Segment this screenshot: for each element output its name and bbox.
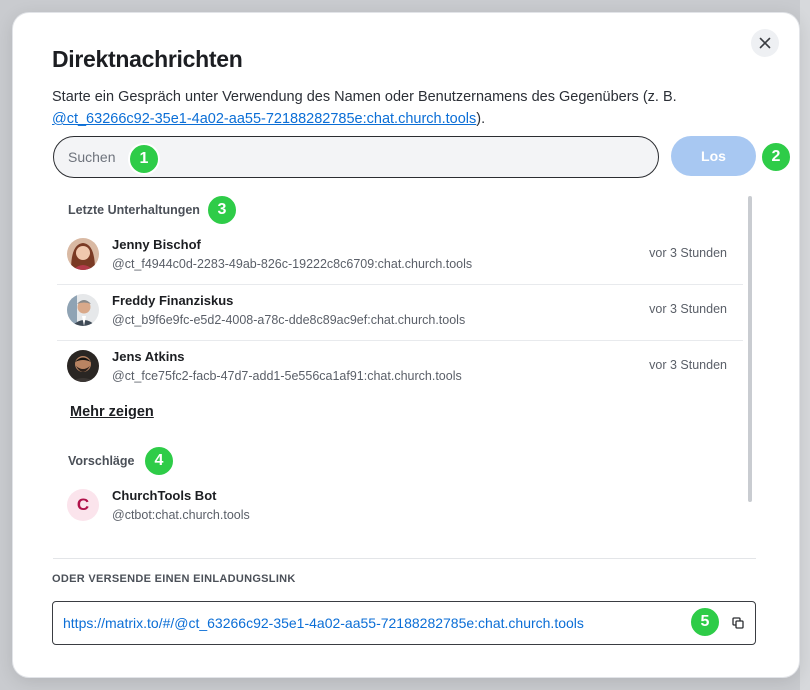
close-button[interactable] <box>751 29 779 57</box>
dialog-title: Direktnachrichten <box>52 46 243 72</box>
timestamp: vor 3 Stunden <box>649 358 727 372</box>
list-scrollbar[interactable] <box>748 196 752 502</box>
contact-name: ChurchTools Bot <box>112 488 217 503</box>
contact-name: Freddy Finanziskus <box>112 293 234 308</box>
timestamp: vor 3 Stunden <box>649 302 727 316</box>
avatar-initial: C <box>76 495 90 514</box>
avatar <box>67 350 99 382</box>
backdrop-edge <box>800 0 810 690</box>
contact-name: Jenny Bischof <box>112 237 201 252</box>
annotation-badge-2: 2 <box>760 141 792 173</box>
subtitle-prefix: Starte ein Gespräch unter Verwendung des… <box>52 89 677 105</box>
invite-link[interactable]: https://matrix.to/#/@ct_63266c92-35e1-4a… <box>63 615 584 631</box>
show-more-link[interactable]: Mehr zeigen <box>70 404 154 420</box>
conversation-row[interactable]: Freddy Finanziskus @ct_b9f6e9fc-e5d2-400… <box>57 284 743 341</box>
go-button[interactable]: Los <box>671 136 756 176</box>
recent-conversations-label: Letzte Unterhaltungen <box>68 203 200 217</box>
direct-messages-dialog: Direktnachrichten Starte ein Gespräch un… <box>13 13 799 677</box>
avatar <box>67 294 99 326</box>
copy-icon <box>732 617 744 629</box>
suggestion-row[interactable]: C ChurchTools Bot @ctbot:chat.church.too… <box>57 479 743 535</box>
annotation-badge-5: 5 <box>689 606 721 638</box>
section-divider <box>53 558 756 559</box>
contact-id: @ct_fce75fc2-facb-47d7-add1-5e556ca1af91… <box>112 369 462 383</box>
contact-id: @ct_f4944c0d-2283-49ab-826c-19222c8c6709… <box>112 257 473 271</box>
timestamp: vor 3 Stunden <box>649 246 727 260</box>
conversation-row[interactable]: Jenny Bischof @ct_f4944c0d-2283-49ab-826… <box>57 228 743 285</box>
conversation-row[interactable]: Jens Atkins @ct_fce75fc2-facb-47d7-add1-… <box>57 340 743 396</box>
subtitle-suffix: ). <box>476 111 486 127</box>
example-user-id-link[interactable]: @ct_63266c92-35e1-4a02-aa55-72188282785e… <box>52 111 476 127</box>
annotation-badge-3: 3 <box>206 194 238 226</box>
copy-button[interactable] <box>729 614 747 632</box>
close-icon <box>759 37 771 49</box>
contact-id: @ctbot:chat.church.tools <box>112 508 250 522</box>
contact-id: @ct_b9f6e9fc-e5d2-4008-a78c-dde8c89ac9ef… <box>112 313 466 327</box>
contact-name: Jens Atkins <box>112 349 185 364</box>
annotation-badge-4: 4 <box>143 445 175 477</box>
invite-link-label: ODER VERSENDE EINEN EINLADUNGSLINK <box>52 573 296 585</box>
annotation-badge-1: 1 <box>128 143 160 175</box>
bot-avatar: C <box>67 489 99 521</box>
avatar <box>67 238 99 270</box>
invite-link-field[interactable]: https://matrix.to/#/@ct_63266c92-35e1-4a… <box>52 601 756 645</box>
dialog-subtitle: Starte ein Gespräch unter Verwendung des… <box>52 86 712 130</box>
suggestions-label: Vorschläge <box>68 454 135 468</box>
